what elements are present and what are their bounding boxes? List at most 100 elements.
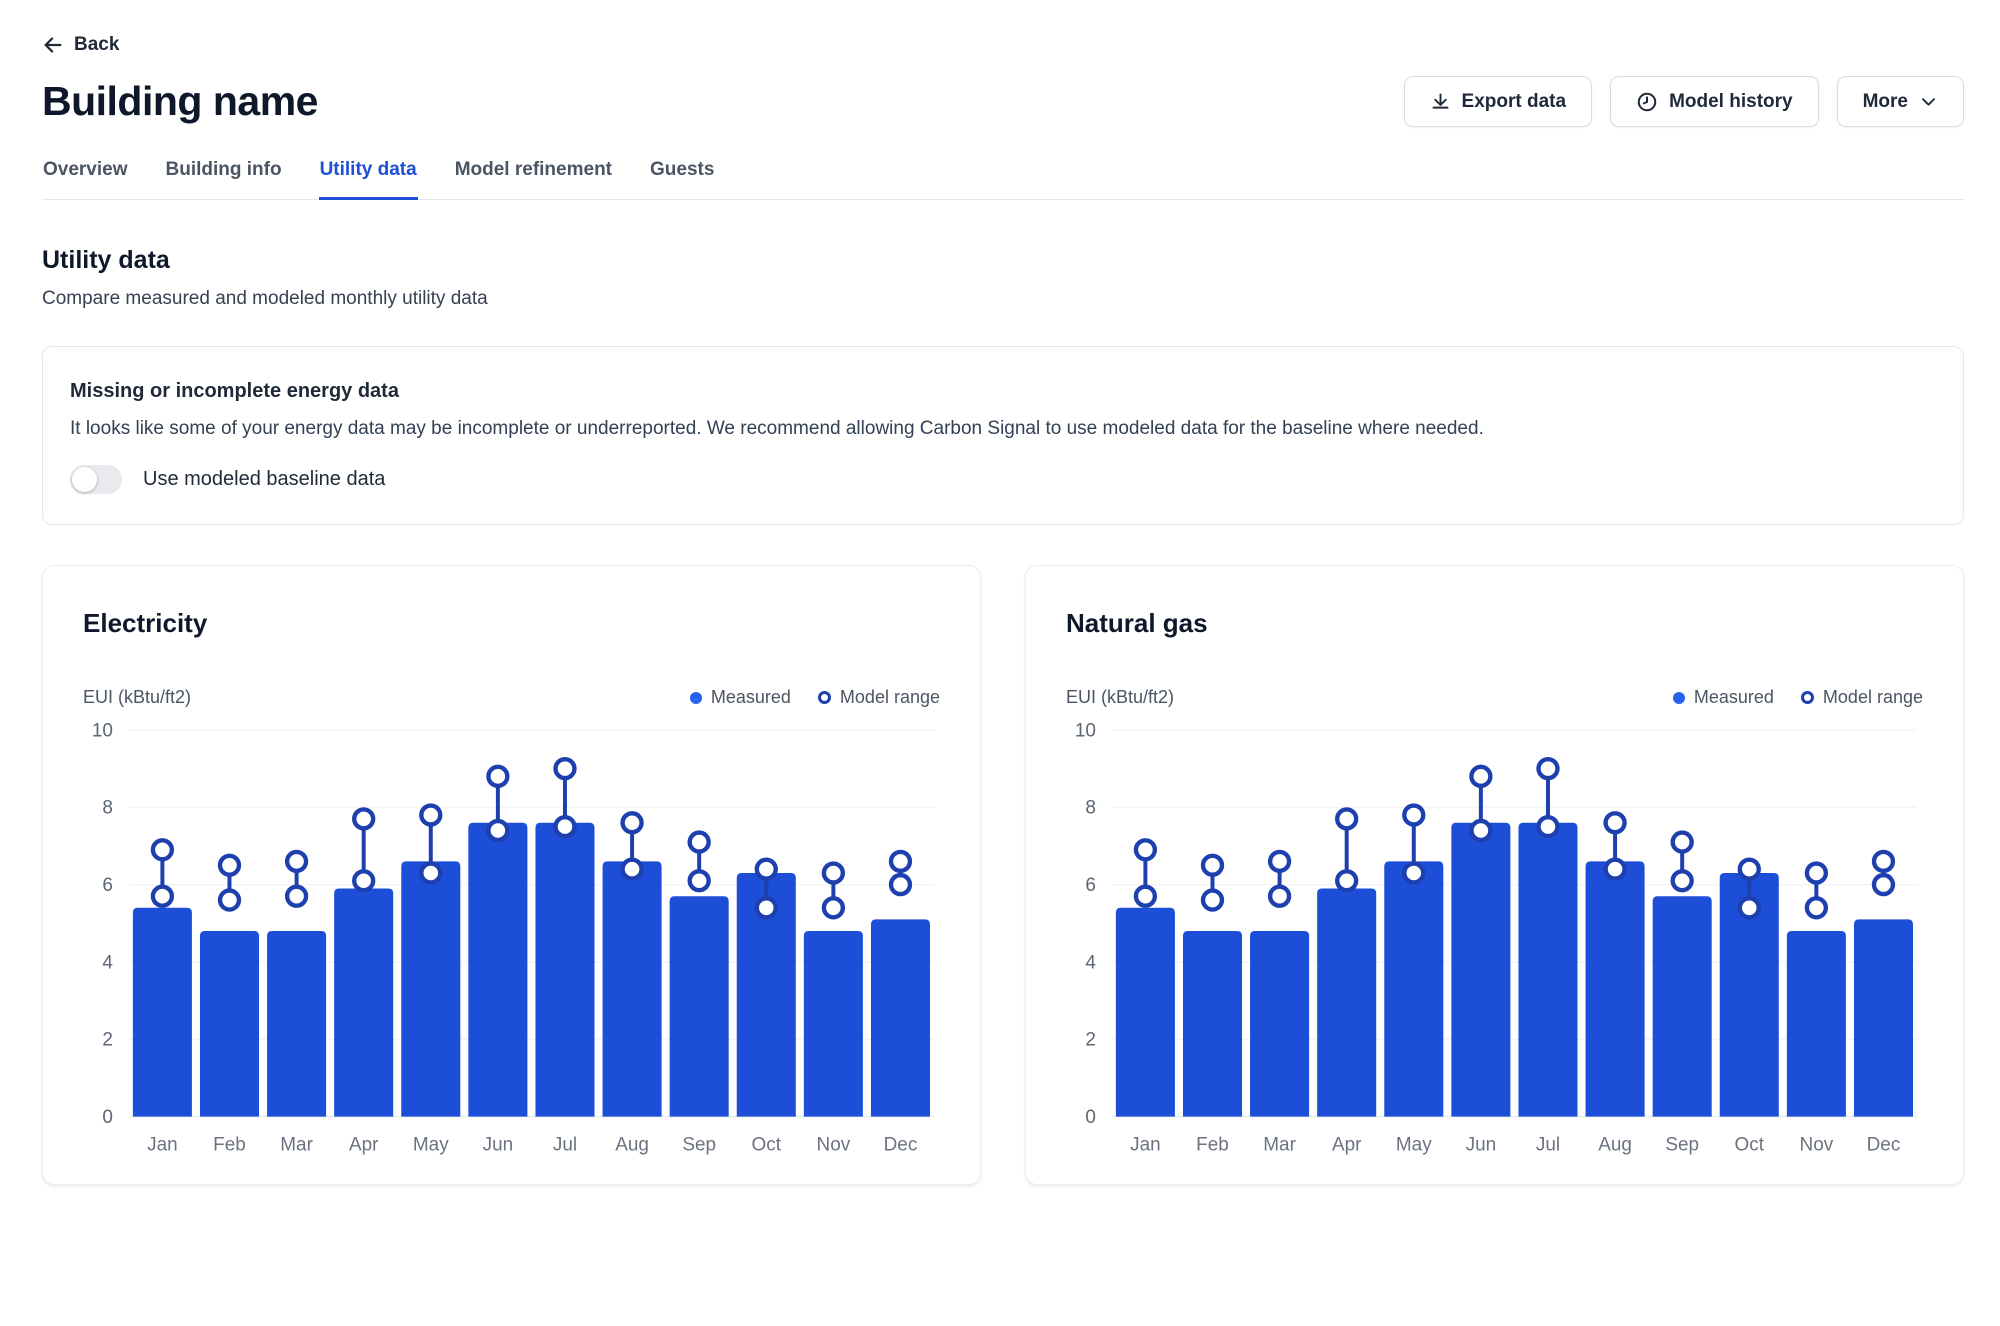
y-tick-label: 6 bbox=[1085, 875, 1096, 896]
model-range-marker bbox=[623, 860, 642, 879]
model-range-marker bbox=[556, 817, 575, 836]
measured-bar bbox=[670, 896, 729, 1116]
alert-body: It looks like some of your energy data m… bbox=[70, 418, 1936, 440]
month-label: May bbox=[1396, 1134, 1432, 1155]
tab-building-info[interactable]: Building info bbox=[165, 155, 283, 200]
model-range-marker bbox=[623, 813, 642, 832]
model-range-marker bbox=[1606, 813, 1625, 832]
tab-guests[interactable]: Guests bbox=[649, 155, 715, 200]
model-range-marker bbox=[824, 898, 843, 917]
natural-gas-axis-label: EUI (kBtu/ft2) bbox=[1066, 687, 1174, 708]
model-range-marker bbox=[1337, 871, 1356, 890]
y-tick-label: 0 bbox=[102, 1107, 113, 1128]
model-range-marker bbox=[1874, 852, 1893, 871]
model-range-marker bbox=[1203, 856, 1222, 875]
more-button[interactable]: More bbox=[1837, 76, 1964, 127]
model-range-ring-icon bbox=[1801, 691, 1814, 704]
model-range-marker bbox=[1874, 875, 1893, 894]
model-range-marker bbox=[153, 840, 172, 859]
measured-bar bbox=[200, 931, 259, 1117]
measured-bar bbox=[1653, 896, 1712, 1116]
month-label: May bbox=[413, 1134, 449, 1155]
use-modeled-baseline-toggle[interactable] bbox=[70, 465, 122, 494]
y-tick-label: 6 bbox=[102, 875, 113, 896]
chart-cards: Electricity EUI (kBtu/ft2) Measured Mode… bbox=[42, 565, 1964, 1185]
electricity-card: Electricity EUI (kBtu/ft2) Measured Mode… bbox=[42, 565, 981, 1185]
measured-dot-icon bbox=[1673, 692, 1685, 704]
month-label: Jun bbox=[1466, 1134, 1497, 1155]
model-history-button[interactable]: Model history bbox=[1610, 76, 1819, 127]
missing-data-alert: Missing or incomplete energy data It loo… bbox=[42, 346, 1964, 525]
legend-item-model-range: Model range bbox=[818, 687, 940, 708]
month-label: Dec bbox=[884, 1134, 918, 1155]
title-row: Building name Export data Model history … bbox=[42, 76, 1964, 127]
measured-dot-icon bbox=[690, 692, 702, 704]
measured-bar bbox=[1116, 908, 1175, 1117]
model-range-marker bbox=[690, 871, 709, 890]
model-range-marker bbox=[1673, 871, 1692, 890]
more-label: More bbox=[1863, 91, 1908, 113]
month-label: Mar bbox=[280, 1134, 313, 1155]
alert-title: Missing or incomplete energy data bbox=[70, 380, 1936, 403]
month-label: Sep bbox=[1665, 1134, 1699, 1155]
month-label: Aug bbox=[1598, 1134, 1632, 1155]
measured-bar bbox=[1183, 931, 1242, 1117]
model-range-marker bbox=[556, 759, 575, 778]
tab-overview[interactable]: Overview bbox=[42, 155, 129, 200]
model-range-marker bbox=[1270, 887, 1289, 906]
month-label: Jan bbox=[1130, 1134, 1161, 1155]
measured-bar bbox=[1787, 931, 1846, 1117]
month-label: Oct bbox=[752, 1134, 782, 1155]
tab-utility-data[interactable]: Utility data bbox=[319, 155, 418, 200]
model-range-marker bbox=[1606, 860, 1625, 879]
model-range-marker bbox=[1203, 891, 1222, 910]
y-tick-label: 4 bbox=[1085, 952, 1096, 973]
natural-gas-legend: Measured Model range bbox=[1673, 687, 1923, 708]
month-label: Mar bbox=[1263, 1134, 1296, 1155]
clock-icon bbox=[1636, 91, 1658, 113]
electricity-legend: Measured Model range bbox=[690, 687, 940, 708]
month-label: Aug bbox=[615, 1134, 649, 1155]
export-data-label: Export data bbox=[1462, 91, 1567, 113]
measured-bar bbox=[603, 861, 662, 1116]
legend-item-measured: Measured bbox=[1673, 687, 1774, 708]
measured-bar bbox=[1518, 823, 1577, 1117]
measured-bar bbox=[133, 908, 192, 1117]
toggle-label: Use modeled baseline data bbox=[143, 468, 385, 491]
export-data-button[interactable]: Export data bbox=[1404, 76, 1593, 127]
natural-gas-card-title: Natural gas bbox=[1066, 608, 1923, 639]
y-tick-label: 4 bbox=[102, 952, 113, 973]
model-history-label: Model history bbox=[1669, 91, 1793, 113]
model-range-marker bbox=[421, 864, 440, 883]
section-subtitle: Compare measured and modeled monthly uti… bbox=[42, 288, 1964, 310]
month-label: Jul bbox=[1536, 1134, 1560, 1155]
y-tick-label: 2 bbox=[102, 1030, 113, 1051]
model-range-marker bbox=[287, 887, 306, 906]
legend-model-range-label: Model range bbox=[1823, 687, 1923, 708]
model-range-marker bbox=[1539, 759, 1558, 778]
model-range-marker bbox=[1539, 817, 1558, 836]
model-range-marker bbox=[287, 852, 306, 871]
tab-model-refinement[interactable]: Model refinement bbox=[454, 155, 613, 200]
legend-item-model-range: Model range bbox=[1801, 687, 1923, 708]
natural-gas-chart: 0246810JanFebMarAprMayJunJulAugSepOctNov… bbox=[1066, 712, 1923, 1162]
model-range-marker bbox=[891, 852, 910, 871]
model-range-marker bbox=[1740, 860, 1759, 879]
measured-bar bbox=[334, 888, 393, 1116]
month-label: Jul bbox=[553, 1134, 577, 1155]
natural-gas-card: Natural gas EUI (kBtu/ft2) Measured Mode… bbox=[1025, 565, 1964, 1185]
legend-measured-label: Measured bbox=[1694, 687, 1774, 708]
model-range-marker bbox=[354, 809, 373, 828]
measured-bar bbox=[1854, 919, 1913, 1116]
electricity-card-title: Electricity bbox=[83, 608, 940, 639]
model-range-marker bbox=[757, 860, 776, 879]
month-label: Nov bbox=[817, 1134, 851, 1155]
page: Back Building name Export data Model his… bbox=[0, 0, 2000, 1185]
y-tick-label: 10 bbox=[92, 720, 113, 741]
model-range-marker bbox=[891, 875, 910, 894]
y-tick-label: 8 bbox=[102, 798, 113, 819]
measured-bar bbox=[1317, 888, 1376, 1116]
model-range-marker bbox=[1136, 887, 1155, 906]
arrow-left-icon bbox=[42, 34, 64, 56]
back-button[interactable]: Back bbox=[42, 34, 119, 56]
